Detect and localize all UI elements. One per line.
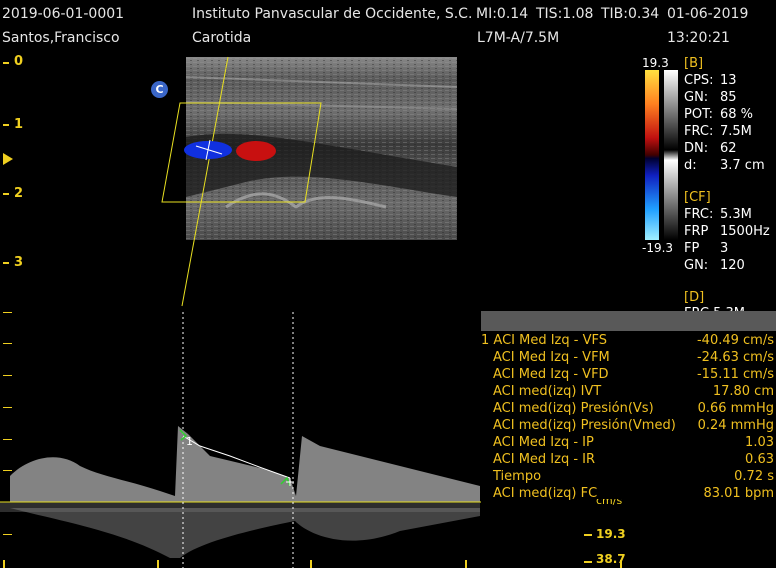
cf-params-title: [CF] xyxy=(684,190,711,205)
param-label: CPS: xyxy=(684,73,714,88)
param-label: d: xyxy=(684,158,697,173)
param-label: POT: xyxy=(684,107,713,122)
param-value: 120 xyxy=(720,258,745,273)
doppler-scale-tick xyxy=(584,561,592,563)
measurement-value: -40.49 cm/s xyxy=(696,333,774,348)
measurement-label: ACI med(izq) FC xyxy=(493,486,598,501)
doppler-cut-label: cm/s xyxy=(596,499,623,507)
color-scale-min: -19.3 xyxy=(642,241,674,255)
measurement-value: 0.63 xyxy=(745,452,774,467)
measurement-label: ACI med(izq) IVT xyxy=(493,384,602,399)
param-value: 1500Hz xyxy=(720,224,770,239)
gray-scale-bar xyxy=(664,70,678,240)
measurement-label: ACI Med Izq - VFD xyxy=(493,367,609,382)
doppler-scale-label: 38.7 xyxy=(596,552,626,566)
measurement-panel-header xyxy=(481,311,776,331)
measurement-row: ACI Med Izq - VFM -24.63 cm/s xyxy=(481,350,776,367)
param-value: 5.3M xyxy=(720,207,752,222)
measurement-label: ACI Med Izq - VFM xyxy=(493,350,610,365)
param-value: 68 % xyxy=(720,107,754,122)
param-label: FP xyxy=(684,241,700,256)
measurement-row: ACI Med Izq - IR 0.63 xyxy=(481,452,776,469)
param-value: 3 xyxy=(720,241,729,256)
measurement-value: 1.03 xyxy=(745,435,774,450)
measurement-value: 83.01 bpm xyxy=(703,486,774,501)
measurement-row: ACI med(izq) Presión(Vs) 0.66 mmHg xyxy=(481,401,776,418)
measurement-value: 0.72 s xyxy=(734,469,774,484)
measurement-label: Tiempo xyxy=(493,469,542,484)
param-label: FRP xyxy=(684,224,709,239)
measurement-label: 1 ACI Med Izq - VFS xyxy=(481,333,607,348)
measurement-value: -15.11 cm/s xyxy=(696,367,774,382)
param-label: DN: xyxy=(684,141,709,156)
param-value: 85 xyxy=(720,90,737,105)
measurement-value: 0.24 mmHg xyxy=(697,418,774,433)
measurement-label: ACI med(izq) Presión(Vmed) xyxy=(493,418,676,433)
measurement-row: ACI med(izq) FC 83.01 bpm xyxy=(481,486,776,503)
measurement-row: ACI med(izq) IVT 17.80 cm xyxy=(481,384,776,401)
measurement-label: ACI Med Izq - IP xyxy=(493,435,594,450)
b-params-title: [B] xyxy=(684,56,704,71)
param-value: 7.5M xyxy=(720,124,752,139)
param-value: 13 xyxy=(720,73,737,88)
color-velocity-bar xyxy=(645,70,659,240)
measurement-label: ACI med(izq) Presión(Vs) xyxy=(493,401,654,416)
color-scale-max: 19.3 xyxy=(642,56,669,70)
param-value: 62 xyxy=(720,141,737,156)
caliper-label: 1 xyxy=(186,435,193,448)
measurement-panel: 1 ACI Med Izq - VFS -40.49 cm/s ACI Med … xyxy=(481,311,776,507)
measurement-row: 1 ACI Med Izq - VFS -40.49 cm/s xyxy=(481,333,776,350)
d-params-title: [D] xyxy=(684,290,705,305)
measurement-row: ACI Med Izq - IP 1.03 xyxy=(481,435,776,452)
measurement-value: 17.80 cm xyxy=(712,384,774,399)
param-value: 3.7 cm xyxy=(720,158,765,173)
param-label: FRC: xyxy=(684,207,714,222)
measurement-value: -24.63 cm/s xyxy=(696,350,774,365)
measurement-value: 0.66 mmHg xyxy=(697,401,774,416)
param-label: FRC: xyxy=(684,124,714,139)
measurement-row: ACI med(izq) Presión(Vmed) 0.24 mmHg xyxy=(481,418,776,435)
doppler-scale-label: 19.3 xyxy=(596,527,626,541)
measurement-row: Tiempo 0.72 s xyxy=(481,469,776,486)
measurement-row: ACI Med Izq - VFD -15.11 cm/s xyxy=(481,367,776,384)
doppler-scale-tick xyxy=(584,534,592,536)
measurement-label: ACI Med Izq - IR xyxy=(493,452,596,467)
param-label: GN: xyxy=(684,258,709,273)
param-label: GN: xyxy=(684,90,709,105)
